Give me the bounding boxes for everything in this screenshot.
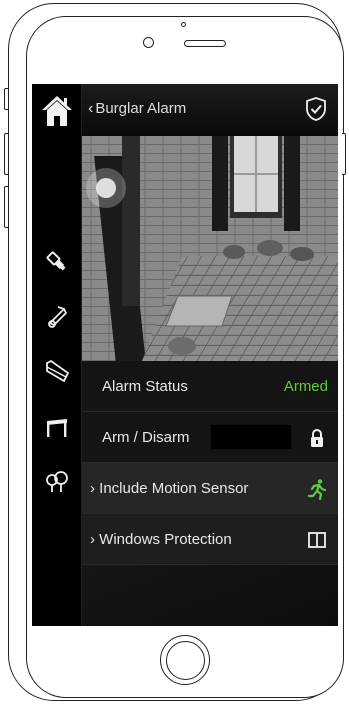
- power-button: [342, 133, 346, 175]
- windows-protection-label: › Windows Protection: [90, 531, 232, 548]
- volume-up-button: [4, 133, 8, 175]
- windows-protection-row[interactable]: › Windows Protection: [82, 514, 338, 565]
- alarm-status-label: Alarm Status: [102, 378, 188, 395]
- window-blind-icon[interactable]: [44, 358, 70, 384]
- alarm-status-row: Alarm Status Armed: [82, 361, 338, 412]
- earpiece: [184, 40, 226, 47]
- arm-disarm-row: Arm / Disarm: [82, 412, 338, 463]
- camera-feed[interactable]: [82, 136, 338, 361]
- app-screen: ‹ Burglar Alarm Alarm Status Armed Arm /…: [32, 84, 338, 626]
- empty-area: [82, 565, 338, 626]
- code-input[interactable]: [210, 424, 292, 450]
- running-man-icon[interactable]: [306, 478, 328, 500]
- windows-protection-text: Windows Protection: [99, 531, 232, 548]
- chevron-left-icon: ‹: [88, 100, 94, 117]
- sidebar: [32, 84, 82, 626]
- music-note-icon[interactable]: [44, 303, 70, 329]
- light-bulb-icon[interactable]: [44, 249, 70, 275]
- home-icon[interactable]: [39, 92, 75, 128]
- top-bar: ‹ Burglar Alarm: [82, 84, 338, 136]
- awning-icon[interactable]: [44, 413, 70, 439]
- mute-switch: [4, 88, 8, 110]
- arm-disarm-label: Arm / Disarm: [102, 429, 190, 446]
- home-button[interactable]: [160, 635, 210, 685]
- include-motion-sensor-label: › Include Motion Sensor: [90, 480, 249, 497]
- proximity-sensor: [181, 22, 186, 27]
- camera-feed-image: [82, 136, 338, 361]
- shield-check-icon[interactable]: [304, 96, 328, 122]
- garden-tree-icon[interactable]: [44, 468, 70, 494]
- alarm-status-value: Armed: [283, 378, 328, 395]
- window-icon[interactable]: [306, 529, 328, 551]
- back-button[interactable]: ‹ Burglar Alarm: [88, 100, 186, 118]
- lock-icon[interactable]: [306, 427, 328, 449]
- back-button-label: Burglar Alarm: [95, 100, 187, 117]
- front-camera: [143, 37, 154, 48]
- include-motion-sensor-text: Include Motion Sensor: [99, 480, 249, 497]
- volume-down-button: [4, 186, 8, 228]
- include-motion-sensor-row[interactable]: › Include Motion Sensor: [82, 463, 338, 514]
